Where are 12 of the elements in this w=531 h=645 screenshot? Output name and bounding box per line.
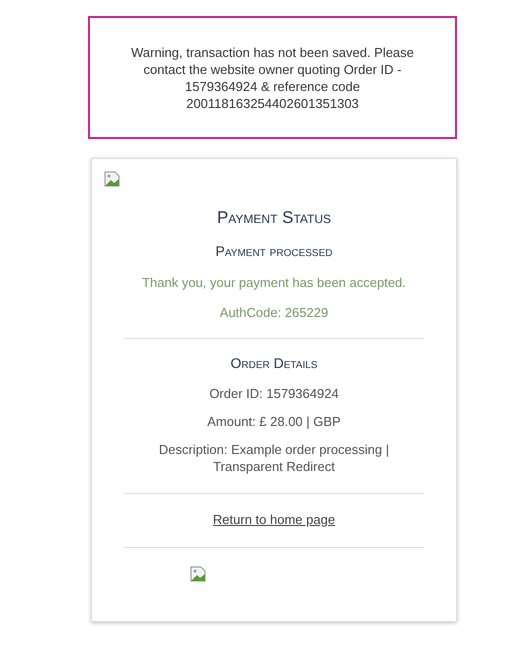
order-detail-line: Amount: £ 28.00 | GBP xyxy=(207,412,341,430)
order-detail-line: Order ID: 1579364924 xyxy=(209,384,339,402)
payment-processed-heading: Payment processed xyxy=(216,242,332,260)
order-detail-line: Description: Example order processing | Transparent Redirect xyxy=(158,440,390,474)
warning-message: Warning, transaction has not been saved. Please contact the website owner quoting Order ID - 1579364924 & reference code 200118163254402601351303 xyxy=(88,16,457,139)
success-message: Thank you, your payment has been accepted. xyxy=(142,274,406,292)
auth-code: AuthCode: 265229 xyxy=(220,304,328,322)
order-details-heading: Order Details xyxy=(230,354,318,372)
home-page-link[interactable]: Return to home page xyxy=(212,510,336,529)
broken-image-icon xyxy=(190,566,206,582)
broken-image-icon xyxy=(104,171,120,187)
payment-status-heading: Payment Status xyxy=(216,207,332,229)
